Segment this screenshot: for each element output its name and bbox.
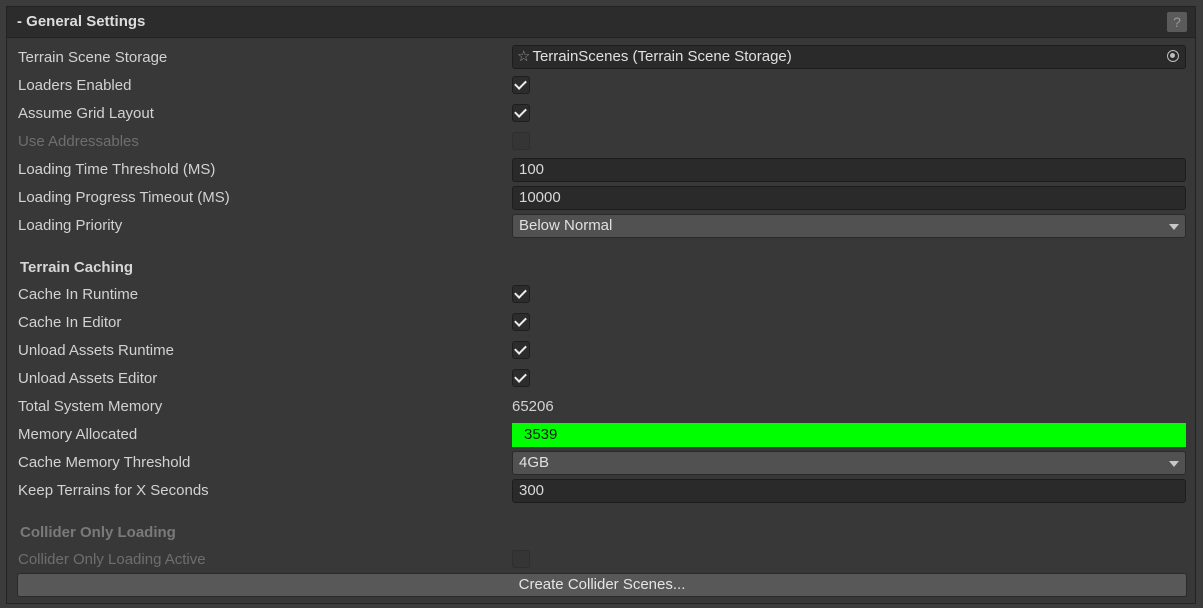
row-loading-progress-timeout: Loading Progress Timeout (MS) 10000 — [7, 184, 1195, 212]
terrain-scene-storage-value: TerrainScenes (Terrain Scene Storage) — [532, 48, 792, 65]
row-unload-assets-editor: Unload Assets Editor — [7, 365, 1195, 393]
row-unload-assets-runtime: Unload Assets Runtime — [7, 337, 1195, 365]
row-use-addressables: Use Addressables — [7, 128, 1195, 156]
dropdown-arrow-icon — [1169, 461, 1179, 467]
row-memory-allocated: Memory Allocated 3539 — [7, 421, 1195, 449]
dropdown-arrow-icon — [1169, 224, 1179, 230]
label-loading-priority: Loading Priority — [18, 217, 123, 234]
label-loaders-enabled: Loaders Enabled — [18, 77, 132, 94]
general-settings-panel: - General Settings ? Terrain Scene Stora… — [6, 6, 1196, 604]
memory-allocated-value: 3539 — [524, 426, 558, 443]
label-cache-memory-threshold: Cache Memory Threshold — [18, 454, 191, 471]
unload-assets-editor-checkbox[interactable] — [512, 369, 530, 387]
label-keep-terrains-seconds: Keep Terrains for X Seconds — [18, 482, 209, 499]
label-use-addressables: Use Addressables — [18, 133, 139, 150]
cache-in-runtime-checkbox[interactable] — [512, 285, 530, 303]
loading-priority-value: Below Normal — [519, 217, 613, 234]
label-assume-grid-layout: Assume Grid Layout — [18, 105, 154, 122]
row-total-system-memory: Total System Memory 65206 — [7, 393, 1195, 421]
label-total-system-memory: Total System Memory — [18, 398, 163, 415]
row-loading-time-threshold: Loading Time Threshold (MS) 100 — [7, 156, 1195, 184]
row-collider-only-loading-active: Collider Only Loading Active — [7, 546, 1195, 574]
memory-allocated-bar: 3539 — [512, 423, 1186, 447]
cache-memory-threshold-dropdown[interactable]: 4GB — [512, 451, 1186, 475]
cache-memory-threshold-value: 4GB — [519, 454, 550, 471]
row-loaders-enabled: Loaders Enabled — [7, 72, 1195, 100]
loading-priority-dropdown[interactable]: Below Normal — [512, 214, 1186, 238]
label-terrain-scene-storage: Terrain Scene Storage — [18, 49, 168, 66]
loading-progress-timeout-input[interactable]: 10000 — [512, 186, 1186, 210]
section-header[interactable]: - General Settings ? — [7, 7, 1195, 38]
terrain-scene-storage-field[interactable]: ☆ TerrainScenes (Terrain Scene Storage) — [512, 45, 1186, 69]
row-collider-only-loading-header: Collider Only Loading — [7, 519, 1195, 547]
row-terrain-scene-storage: Terrain Scene Storage ☆ TerrainScenes (Te… — [7, 44, 1195, 72]
create-collider-scenes-button[interactable]: Create Collider Scenes... — [17, 573, 1187, 597]
label-loading-progress-timeout: Loading Progress Timeout (MS) — [18, 189, 230, 206]
use-addressables-checkbox — [512, 132, 530, 150]
label-loading-time-threshold: Loading Time Threshold (MS) — [18, 161, 216, 178]
keep-terrains-seconds-input[interactable]: 300 — [512, 479, 1186, 503]
assume-grid-layout-checkbox[interactable] — [512, 104, 530, 122]
row-cache-in-runtime: Cache In Runtime — [7, 281, 1195, 309]
collider-only-loading-title: Collider Only Loading — [20, 524, 176, 541]
row-assume-grid-layout: Assume Grid Layout — [7, 100, 1195, 128]
label-collider-only-loading-active: Collider Only Loading Active — [18, 551, 206, 568]
row-cache-memory-threshold: Cache Memory Threshold 4GB — [7, 449, 1195, 477]
total-system-memory-value: 65206 — [512, 398, 554, 415]
label-unload-assets-editor: Unload Assets Editor — [18, 370, 158, 387]
memory-allocated-fill — [512, 423, 1186, 447]
section-title[interactable]: - General Settings — [17, 13, 145, 30]
unload-assets-runtime-checkbox[interactable] — [512, 341, 530, 359]
collider-only-loading-active-checkbox — [512, 550, 530, 568]
terrain-caching-title: Terrain Caching — [20, 259, 134, 276]
label-cache-in-editor: Cache In Editor — [18, 314, 122, 331]
label-unload-assets-runtime: Unload Assets Runtime — [18, 342, 174, 359]
row-loading-priority: Loading Priority Below Normal — [7, 212, 1195, 240]
cache-in-editor-checkbox[interactable] — [512, 313, 530, 331]
loading-time-threshold-input[interactable]: 100 — [512, 158, 1186, 182]
loaders-enabled-checkbox[interactable] — [512, 76, 530, 94]
row-cache-in-editor: Cache In Editor — [7, 309, 1195, 337]
row-keep-terrains-seconds: Keep Terrains for X Seconds 300 — [7, 477, 1195, 505]
label-memory-allocated: Memory Allocated — [18, 426, 138, 443]
object-picker-icon[interactable] — [1167, 50, 1179, 62]
label-cache-in-runtime: Cache In Runtime — [18, 286, 139, 303]
help-icon[interactable]: ? — [1167, 12, 1187, 32]
scriptable-object-icon: ☆ — [517, 48, 531, 65]
row-terrain-caching-header: Terrain Caching — [7, 254, 1195, 282]
